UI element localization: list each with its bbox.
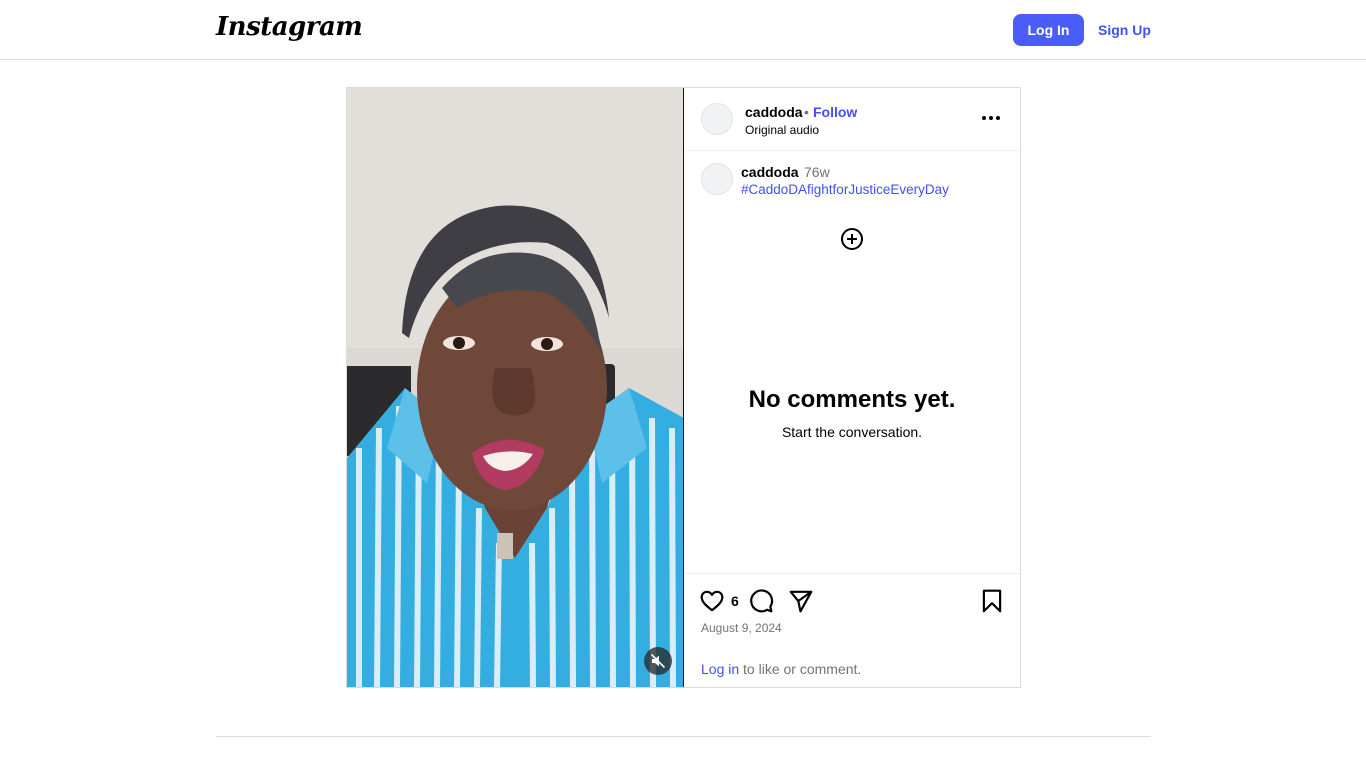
caption-avatar[interactable] [701, 163, 733, 195]
caption-username[interactable]: caddoda [741, 164, 799, 180]
plus-circle-icon[interactable] [840, 227, 864, 251]
caption-hashtag-link[interactable]: #CaddoDAfightforJusticeEveryDay [741, 182, 949, 197]
login-button[interactable]: Log In [1013, 14, 1084, 46]
footer-divider [216, 736, 1151, 737]
post-video[interactable] [347, 88, 684, 687]
post-actions-bar: 6 August 9, 2024 Log in to like or comme… [684, 573, 1020, 687]
like-count[interactable]: 6 [731, 593, 739, 609]
heart-icon[interactable] [699, 588, 725, 614]
follow-separator: • [804, 104, 809, 120]
instagram-logo[interactable]: Instagram [216, 12, 363, 42]
post-date[interactable]: August 9, 2024 [701, 621, 782, 635]
login-prompt: Log in to like or comment. [701, 661, 861, 677]
post-sidebar: caddoda • Follow Original audio caddoda … [684, 88, 1020, 687]
follow-button[interactable]: Follow [813, 104, 857, 120]
no-comments-subtitle: Start the conversation. [781, 424, 923, 440]
video-frame-illustration [347, 88, 683, 687]
signup-link[interactable]: Sign Up [1098, 14, 1151, 46]
mute-toggle-button[interactable] [644, 647, 672, 675]
post-card: caddoda • Follow Original audio caddoda … [346, 87, 1021, 688]
login-prompt-text: to like or comment. [739, 661, 862, 677]
paper-plane-icon[interactable] [788, 588, 814, 614]
post-header: caddoda • Follow Original audio [684, 88, 1020, 151]
caption-time-ago: 76w [804, 164, 830, 180]
author-avatar[interactable] [701, 103, 733, 135]
more-options-icon[interactable] [978, 108, 1004, 128]
author-username[interactable]: caddoda [745, 104, 803, 120]
login-prompt-link[interactable]: Log in [701, 661, 739, 677]
no-comments-title: No comments yet. [748, 386, 956, 413]
audio-label[interactable]: Original audio [745, 123, 819, 137]
top-navigation-bar: Instagram Log In Sign Up [0, 0, 1366, 60]
speaker-muted-icon [650, 653, 666, 669]
comment-icon[interactable] [748, 588, 774, 614]
bookmark-icon[interactable] [979, 588, 1005, 614]
